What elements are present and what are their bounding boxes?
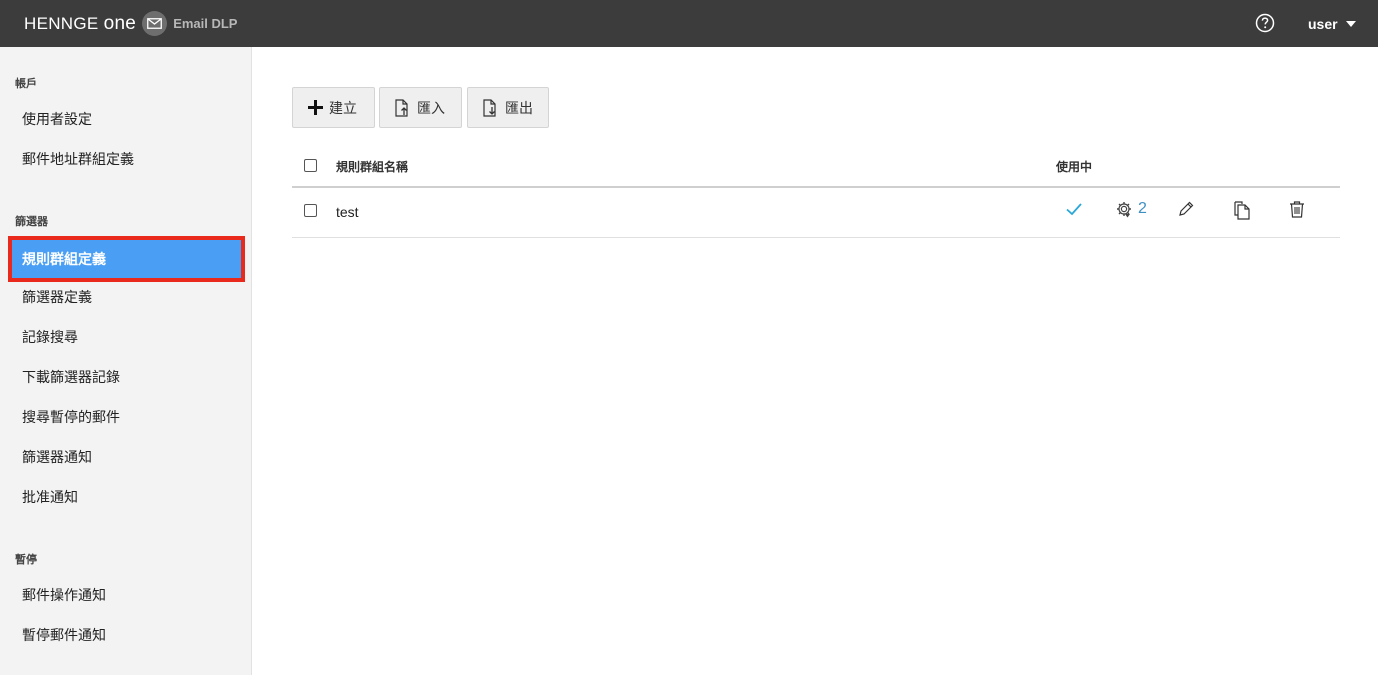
import-button[interactable]: 匯入 bbox=[379, 87, 462, 128]
brand-suffix: one bbox=[103, 12, 137, 34]
sidebar-item-address-groups[interactable]: 郵件地址群組定義 bbox=[8, 139, 245, 179]
export-button[interactable]: 匯出 bbox=[467, 87, 549, 128]
sidebar: 帳戶 使用者設定 郵件地址群組定義 篩選器 規則群組定義 篩選器定義 記錄搜尋 … bbox=[0, 47, 252, 675]
plus-icon bbox=[308, 100, 323, 115]
sidebar-item-rule-groups[interactable]: 規則群組定義 bbox=[8, 236, 245, 282]
gear-rules-icon[interactable] bbox=[1115, 200, 1135, 225]
question-circle-icon[interactable] bbox=[1255, 13, 1275, 33]
sidebar-item-download-logs[interactable]: 下載篩選器記錄 bbox=[8, 357, 245, 397]
copy-icon[interactable] bbox=[1233, 200, 1251, 225]
check-icon bbox=[1065, 201, 1083, 222]
file-export-icon bbox=[483, 98, 496, 117]
sidebar-item-mail-action-notifications[interactable]: 郵件操作通知 bbox=[8, 575, 245, 615]
header-divider bbox=[292, 186, 1340, 188]
column-header-in-use: 使用中 bbox=[1056, 160, 1093, 174]
file-import-icon bbox=[395, 98, 408, 117]
top-bar: HENNGE one Email DLP user bbox=[0, 0, 1378, 47]
caret-down-icon bbox=[1345, 21, 1356, 27]
create-button[interactable]: 建立 bbox=[292, 87, 375, 128]
row-checkbox[interactable] bbox=[304, 204, 317, 217]
select-all-checkbox[interactable] bbox=[304, 159, 317, 172]
trash-icon[interactable] bbox=[1288, 200, 1306, 224]
rule-group-name[interactable]: test bbox=[336, 204, 359, 220]
sidebar-item-filter-notifications[interactable]: 篩選器通知 bbox=[8, 437, 245, 477]
row-divider bbox=[292, 237, 1340, 238]
section-title-account: 帳戶 bbox=[15, 78, 37, 90]
sidebar-item-user-settings[interactable]: 使用者設定 bbox=[8, 99, 245, 139]
brand-name: HENNGE bbox=[24, 13, 99, 33]
sidebar-item-log-search[interactable]: 記錄搜尋 bbox=[8, 317, 245, 357]
create-label: 建立 bbox=[329, 99, 357, 116]
envelope-icon bbox=[142, 11, 168, 36]
section-title-filters: 篩選器 bbox=[15, 216, 48, 228]
export-label: 匯出 bbox=[505, 99, 533, 116]
product-name: Email DLP bbox=[173, 16, 238, 31]
user-menu[interactable]: user bbox=[1308, 0, 1356, 47]
import-label: 匯入 bbox=[417, 99, 445, 116]
column-header-name[interactable]: 規則群組名稱 bbox=[336, 158, 408, 175]
sidebar-item-search-held-mail[interactable]: 搜尋暫停的郵件 bbox=[8, 397, 245, 437]
section-title-hold: 暫停 bbox=[15, 554, 37, 566]
rule-count[interactable]: 2 bbox=[1138, 200, 1147, 218]
sidebar-item-held-mail-notifications[interactable]: 暫停郵件通知 bbox=[8, 615, 245, 655]
user-name: user bbox=[1308, 15, 1338, 32]
edit-pencil-icon[interactable] bbox=[1177, 200, 1195, 223]
brand-logo: HENNGE one bbox=[24, 13, 136, 35]
sidebar-item-approval-notifications[interactable]: 批准通知 bbox=[8, 477, 245, 517]
brand[interactable]: HENNGE one Email DLP bbox=[24, 0, 237, 47]
sidebar-item-filter-definitions[interactable]: 篩選器定義 bbox=[8, 277, 245, 317]
